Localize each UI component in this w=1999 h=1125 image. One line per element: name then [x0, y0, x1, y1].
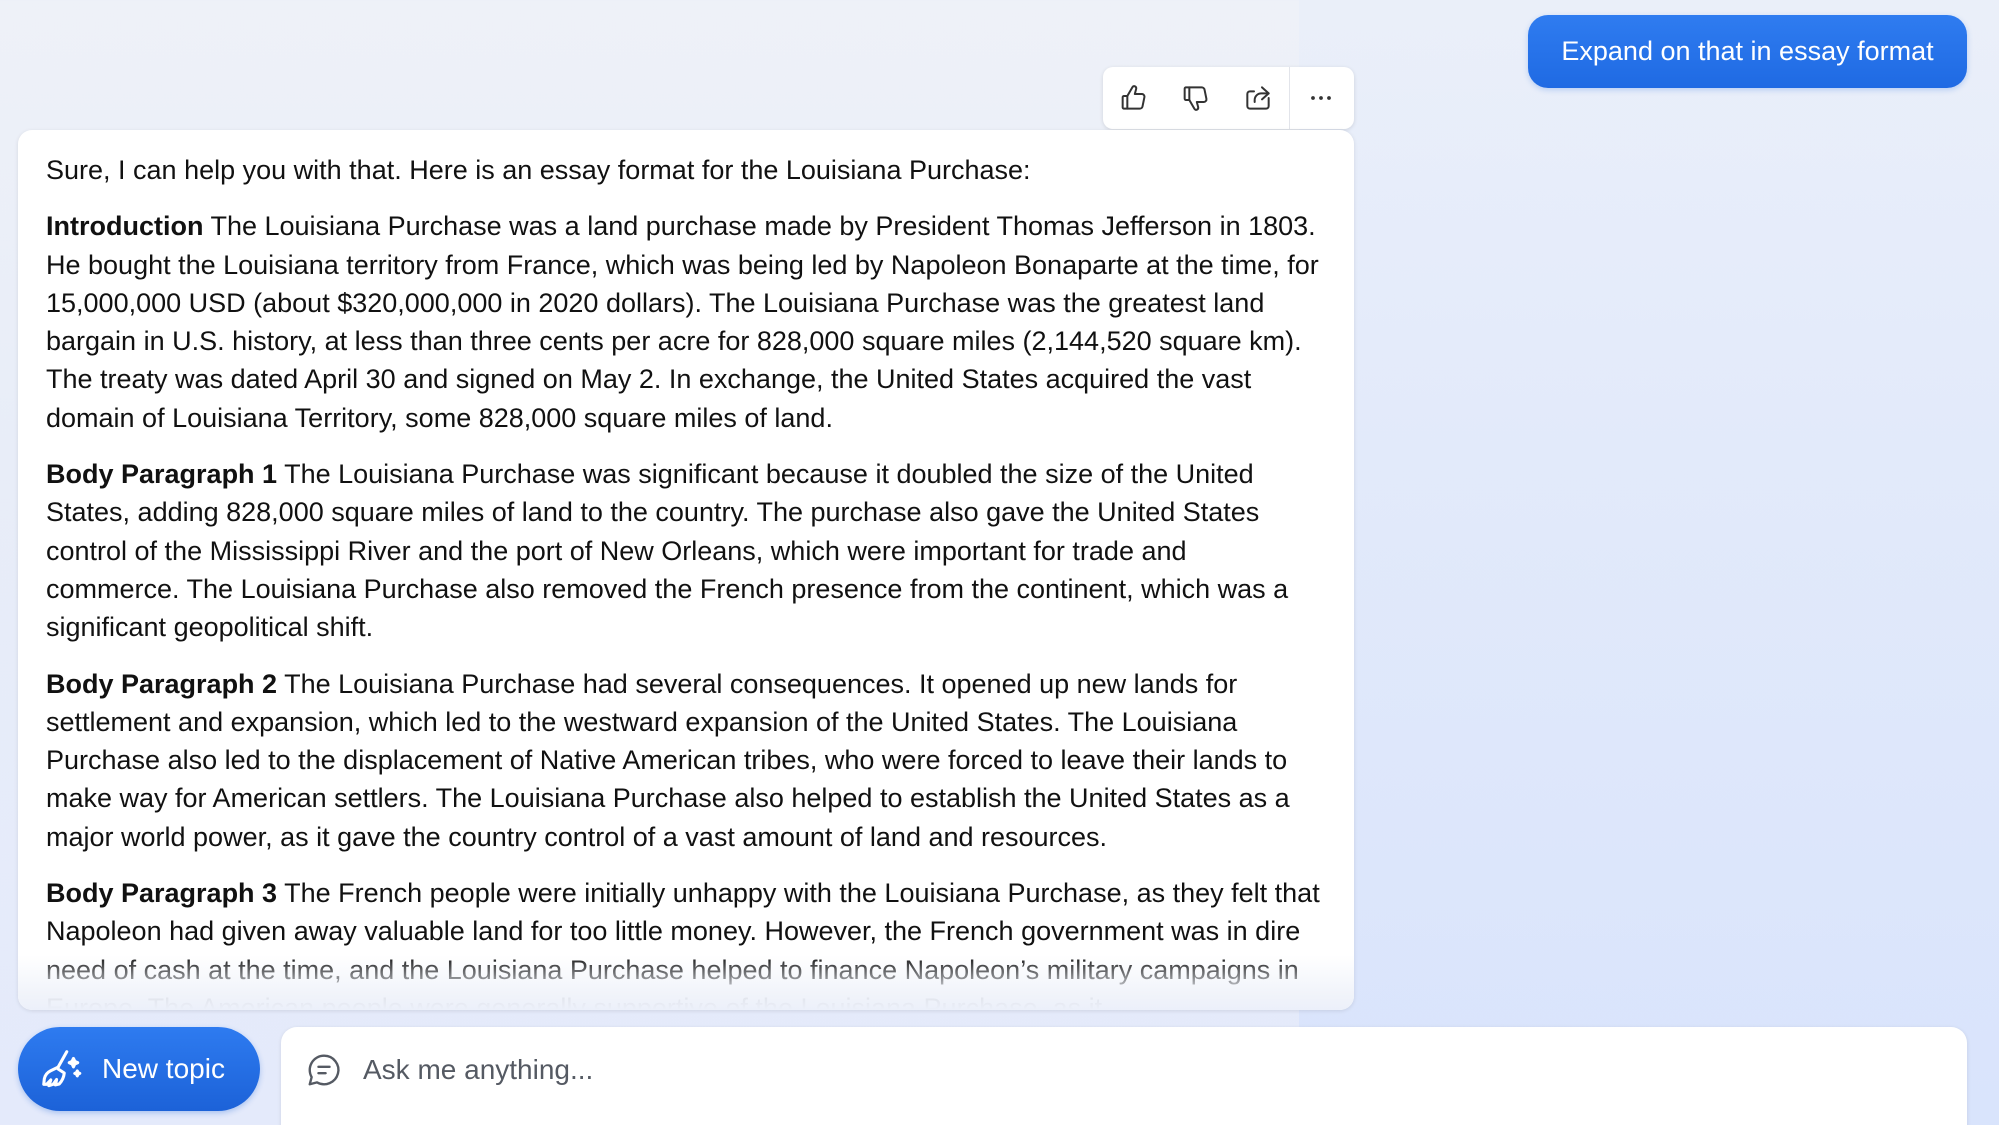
share-icon	[1246, 86, 1270, 110]
paragraph-body-1: Body Paragraph 1 The Louisiana Purchase …	[46, 455, 1326, 646]
scroll-fade	[18, 955, 1354, 1010]
paragraph-heading: Body Paragraph 2	[46, 668, 278, 699]
response-toolbar	[1103, 67, 1354, 129]
ask-input[interactable]	[363, 1051, 1863, 1089]
chat-input-box[interactable]	[281, 1027, 1967, 1125]
paragraph-body-2: Body Paragraph 2 The Louisiana Purchase …	[46, 665, 1326, 856]
new-topic-button[interactable]: New topic	[18, 1027, 260, 1111]
paragraph-heading: Body Paragraph 3	[46, 878, 278, 909]
user-message-text: Expand on that in essay format	[1561, 36, 1934, 66]
more-options-button[interactable]	[1290, 67, 1352, 129]
more-icon	[1311, 96, 1331, 100]
user-message-bubble: Expand on that in essay format	[1528, 15, 1967, 88]
paragraph-introduction: Introduction The Louisiana Purchase was …	[46, 207, 1326, 437]
response-intro: Sure, I can help you with that. Here is …	[46, 155, 1031, 185]
paragraph-heading: Body Paragraph 1	[46, 459, 278, 490]
response-content: Sure, I can help you with that. Here is …	[18, 130, 1354, 1010]
new-topic-label: New topic	[102, 1053, 225, 1084]
thumbs-down-icon	[1183, 86, 1208, 111]
paragraph-text: The Louisiana Purchase was a land purcha…	[46, 211, 1319, 433]
paragraph-heading: Introduction	[46, 211, 204, 242]
broom-icon	[42, 1050, 82, 1088]
background-glow	[1299, 0, 1999, 1125]
response-card: Sure, I can help you with that. Here is …	[18, 130, 1354, 1010]
like-button[interactable]	[1103, 67, 1165, 129]
share-button[interactable]	[1227, 67, 1289, 129]
chat-bubble-icon	[308, 1054, 340, 1086]
dislike-button[interactable]	[1165, 67, 1227, 129]
thumbs-up-icon	[1121, 85, 1146, 110]
